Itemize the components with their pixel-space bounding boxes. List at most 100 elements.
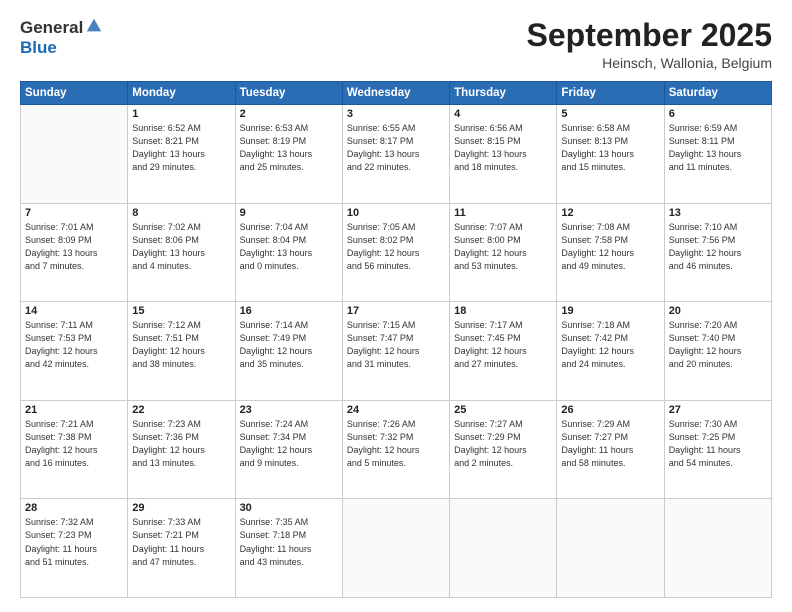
calendar-cell: 9 Sunrise: 7:04 AM Sunset: 8:04 PM Daylig… (235, 203, 342, 302)
calendar-cell: 10 Sunrise: 7:05 AM Sunset: 8:02 PM Dayli… (342, 203, 449, 302)
day-info: Sunrise: 6:52 AM Sunset: 8:21 PM Dayligh… (132, 122, 230, 174)
calendar-cell: 27 Sunrise: 7:30 AM Sunset: 7:25 PM Dayli… (664, 400, 771, 499)
day-number: 2 (240, 108, 338, 120)
day-number: 8 (132, 207, 230, 219)
day-header-monday: Monday (128, 82, 235, 105)
day-number: 10 (347, 207, 445, 219)
day-info: Sunrise: 7:33 AM Sunset: 7:21 PM Dayligh… (132, 516, 230, 568)
day-info: Sunrise: 7:15 AM Sunset: 7:47 PM Dayligh… (347, 319, 445, 371)
day-info: Sunrise: 6:55 AM Sunset: 8:17 PM Dayligh… (347, 122, 445, 174)
calendar-week-row: 28 Sunrise: 7:32 AM Sunset: 7:23 PM Dayli… (21, 499, 772, 598)
day-info: Sunrise: 7:29 AM Sunset: 7:27 PM Dayligh… (561, 418, 659, 470)
day-info: Sunrise: 6:56 AM Sunset: 8:15 PM Dayligh… (454, 122, 552, 174)
calendar-cell: 15 Sunrise: 7:12 AM Sunset: 7:51 PM Dayli… (128, 302, 235, 401)
day-number: 16 (240, 305, 338, 317)
day-header-thursday: Thursday (450, 82, 557, 105)
header: General Blue September 2025 Heinsch, Wal… (20, 18, 772, 71)
day-header-friday: Friday (557, 82, 664, 105)
day-info: Sunrise: 7:32 AM Sunset: 7:23 PM Dayligh… (25, 516, 123, 568)
day-number: 18 (454, 305, 552, 317)
day-info: Sunrise: 7:05 AM Sunset: 8:02 PM Dayligh… (347, 221, 445, 273)
calendar-cell: 7 Sunrise: 7:01 AM Sunset: 8:09 PM Daylig… (21, 203, 128, 302)
calendar-cell: 18Sunrise: 7:17 AM Sunset: 7:45 PM Dayli… (450, 302, 557, 401)
calendar-cell: 5Sunrise: 6:58 AM Sunset: 8:13 PM Daylig… (557, 105, 664, 204)
calendar-cell (557, 499, 664, 598)
day-number: 22 (132, 404, 230, 416)
day-header-tuesday: Tuesday (235, 82, 342, 105)
day-number: 3 (347, 108, 445, 120)
day-number: 12 (561, 207, 659, 219)
day-info: Sunrise: 7:18 AM Sunset: 7:42 PM Dayligh… (561, 319, 659, 371)
day-header-wednesday: Wednesday (342, 82, 449, 105)
calendar-cell: 3 Sunrise: 6:55 AM Sunset: 8:17 PM Daylig… (342, 105, 449, 204)
day-number: 23 (240, 404, 338, 416)
title-block: September 2025 Heinsch, Wallonia, Belgiu… (527, 18, 772, 71)
day-number: 27 (669, 404, 767, 416)
day-number: 13 (669, 207, 767, 219)
calendar-cell: 14 Sunrise: 7:11 AM Sunset: 7:53 PM Dayli… (21, 302, 128, 401)
calendar-cell (664, 499, 771, 598)
day-number: 25 (454, 404, 552, 416)
calendar-cell: 19 Sunrise: 7:18 AM Sunset: 7:42 PM Dayli… (557, 302, 664, 401)
calendar-cell (450, 499, 557, 598)
calendar-cell: 22 Sunrise: 7:23 AM Sunset: 7:36 PM Dayli… (128, 400, 235, 499)
calendar-cell (21, 105, 128, 204)
day-number: 9 (240, 207, 338, 219)
day-number: 28 (25, 502, 123, 514)
page: General Blue September 2025 Heinsch, Wal… (0, 0, 792, 612)
day-number: 1 (132, 108, 230, 120)
day-info: Sunrise: 7:20 AM Sunset: 7:40 PM Dayligh… (669, 319, 767, 371)
day-header-saturday: Saturday (664, 82, 771, 105)
logo-icon (85, 17, 103, 35)
day-info: Sunrise: 7:11 AM Sunset: 7:53 PM Dayligh… (25, 319, 123, 371)
day-info: Sunrise: 7:04 AM Sunset: 8:04 PM Dayligh… (240, 221, 338, 273)
day-info: Sunrise: 7:26 AM Sunset: 7:32 PM Dayligh… (347, 418, 445, 470)
calendar-cell: 4Sunrise: 6:56 AM Sunset: 8:15 PM Daylig… (450, 105, 557, 204)
calendar-cell: 13 Sunrise: 7:10 AM Sunset: 7:56 PM Dayli… (664, 203, 771, 302)
day-info: Sunrise: 7:21 AM Sunset: 7:38 PM Dayligh… (25, 418, 123, 470)
calendar-cell: 2 Sunrise: 6:53 AM Sunset: 8:19 PM Daylig… (235, 105, 342, 204)
day-info: Sunrise: 7:30 AM Sunset: 7:25 PM Dayligh… (669, 418, 767, 470)
calendar-table: SundayMondayTuesdayWednesdayThursdayFrid… (20, 81, 772, 598)
day-header-sunday: Sunday (21, 82, 128, 105)
day-info: Sunrise: 6:58 AM Sunset: 8:13 PM Dayligh… (561, 122, 659, 174)
day-info: Sunrise: 7:07 AM Sunset: 8:00 PM Dayligh… (454, 221, 552, 273)
day-info: Sunrise: 7:02 AM Sunset: 8:06 PM Dayligh… (132, 221, 230, 273)
calendar-cell: 28 Sunrise: 7:32 AM Sunset: 7:23 PM Dayli… (21, 499, 128, 598)
day-number: 21 (25, 404, 123, 416)
day-number: 14 (25, 305, 123, 317)
day-number: 20 (669, 305, 767, 317)
day-info: Sunrise: 7:24 AM Sunset: 7:34 PM Dayligh… (240, 418, 338, 470)
calendar-cell: 6 Sunrise: 6:59 AM Sunset: 8:11 PM Daylig… (664, 105, 771, 204)
day-number: 19 (561, 305, 659, 317)
day-info: Sunrise: 6:53 AM Sunset: 8:19 PM Dayligh… (240, 122, 338, 174)
day-info: Sunrise: 7:10 AM Sunset: 7:56 PM Dayligh… (669, 221, 767, 273)
calendar-cell: 17 Sunrise: 7:15 AM Sunset: 7:47 PM Dayli… (342, 302, 449, 401)
logo: General Blue (20, 18, 103, 58)
calendar-cell: 26Sunrise: 7:29 AM Sunset: 7:27 PM Dayli… (557, 400, 664, 499)
calendar-cell: 25Sunrise: 7:27 AM Sunset: 7:29 PM Dayli… (450, 400, 557, 499)
calendar-header-row: SundayMondayTuesdayWednesdayThursdayFrid… (21, 82, 772, 105)
calendar-cell: 8 Sunrise: 7:02 AM Sunset: 8:06 PM Daylig… (128, 203, 235, 302)
day-info: Sunrise: 7:12 AM Sunset: 7:51 PM Dayligh… (132, 319, 230, 371)
location: Heinsch, Wallonia, Belgium (527, 55, 772, 71)
day-info: Sunrise: 7:35 AM Sunset: 7:18 PM Dayligh… (240, 516, 338, 568)
calendar-week-row: 1 Sunrise: 6:52 AM Sunset: 8:21 PM Daylig… (21, 105, 772, 204)
day-number: 15 (132, 305, 230, 317)
day-info: Sunrise: 7:14 AM Sunset: 7:49 PM Dayligh… (240, 319, 338, 371)
calendar-week-row: 14 Sunrise: 7:11 AM Sunset: 7:53 PM Dayli… (21, 302, 772, 401)
day-number: 17 (347, 305, 445, 317)
calendar-cell: 21 Sunrise: 7:21 AM Sunset: 7:38 PM Dayli… (21, 400, 128, 499)
day-number: 29 (132, 502, 230, 514)
day-number: 7 (25, 207, 123, 219)
day-info: Sunrise: 7:01 AM Sunset: 8:09 PM Dayligh… (25, 221, 123, 273)
logo-blue-text: Blue (20, 38, 57, 58)
month-title: September 2025 (527, 18, 772, 53)
day-info: Sunrise: 7:23 AM Sunset: 7:36 PM Dayligh… (132, 418, 230, 470)
calendar-cell: 30Sunrise: 7:35 AM Sunset: 7:18 PM Dayli… (235, 499, 342, 598)
calendar-cell: 23 Sunrise: 7:24 AM Sunset: 7:34 PM Dayli… (235, 400, 342, 499)
day-info: Sunrise: 6:59 AM Sunset: 8:11 PM Dayligh… (669, 122, 767, 174)
calendar-cell: 12Sunrise: 7:08 AM Sunset: 7:58 PM Dayli… (557, 203, 664, 302)
calendar-cell: 24Sunrise: 7:26 AM Sunset: 7:32 PM Dayli… (342, 400, 449, 499)
day-number: 6 (669, 108, 767, 120)
